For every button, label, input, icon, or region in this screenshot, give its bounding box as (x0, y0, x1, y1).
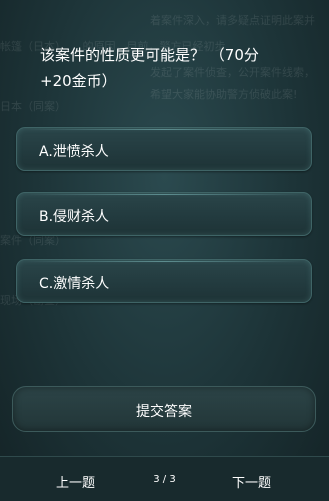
option-a-button[interactable]: A.泄愤杀人 (16, 127, 312, 171)
question-line-1: 该案件的性质更可能是？ （70分 (40, 46, 259, 64)
option-c-label: C.激情杀人 (39, 276, 110, 292)
question-text: 该案件的性质更可能是？ （70分 +20金币） (40, 42, 320, 94)
submit-answer-button[interactable]: 提交答案 (12, 386, 316, 432)
background-case-text: 日本（同案） (0, 100, 66, 113)
question-navigation-bar: 上一题 3 / 3 下一题 (0, 456, 329, 501)
option-b-label: B.侵财杀人 (39, 209, 110, 225)
background-case-text: 着案件深入，请多疑点证明此案并 (150, 14, 315, 27)
next-question-button[interactable]: 下一题 (232, 472, 271, 491)
option-a-label: A.泄愤杀人 (39, 144, 109, 160)
submit-answer-label: 提交答案 (136, 404, 192, 420)
page-indicator: 3 / 3 (153, 474, 176, 485)
option-c-button[interactable]: C.激情杀人 (16, 259, 312, 303)
option-b-button[interactable]: B.侵财杀人 (16, 192, 312, 236)
question-line-2: +20金币） (40, 72, 117, 90)
